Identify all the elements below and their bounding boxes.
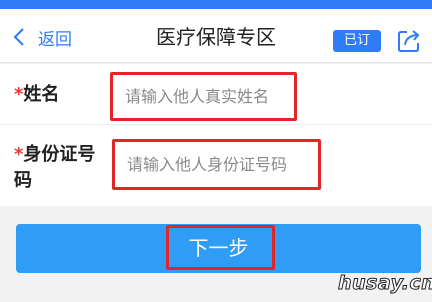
subscribed-badge[interactable]: 已订: [333, 30, 381, 52]
id-number-input[interactable]: [115, 142, 318, 187]
name-field-highlight: [110, 72, 297, 121]
required-mark: *: [14, 144, 24, 165]
name-label: *姓名: [14, 82, 59, 108]
next-step-label: 下一步: [188, 236, 249, 260]
form-card: *姓名 *身份证号码: [0, 64, 432, 206]
share-button[interactable]: [396, 28, 422, 54]
id-label-text: 身份证号码: [14, 144, 96, 191]
nav-bar: 返回 医疗保障专区 已订: [0, 9, 432, 63]
id-field-highlight: [112, 139, 321, 190]
share-icon: [398, 30, 420, 52]
required-mark: *: [14, 84, 24, 105]
id-row: *身份证号码: [0, 126, 432, 206]
id-label: *身份证号码: [14, 142, 110, 194]
watermark: husay.cn: [337, 272, 432, 295]
next-step-button[interactable]: 下一步: [16, 224, 421, 273]
name-input[interactable]: [113, 75, 294, 118]
name-label-text: 姓名: [23, 84, 60, 105]
status-strip: [0, 0, 432, 9]
name-row: *姓名: [0, 64, 432, 125]
